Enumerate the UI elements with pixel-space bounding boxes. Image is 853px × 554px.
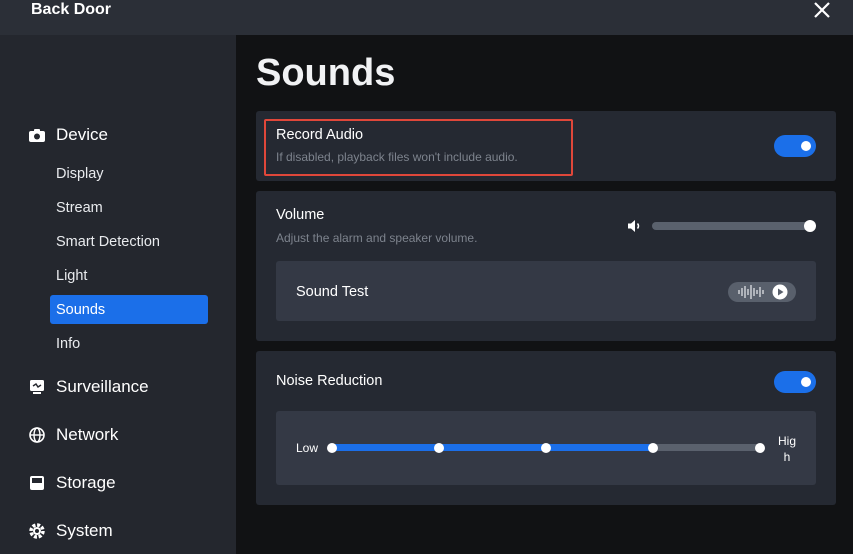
gear-icon: [29, 523, 45, 539]
sidebar-group-label: Network: [56, 425, 119, 444]
volume-description: Adjust the alarm and speaker volume.: [276, 231, 478, 245]
sidebar-group-label: Surveillance: [56, 377, 149, 396]
noise-reduction-label: Noise Reduction: [276, 373, 383, 389]
sidebar-group-label: Storage: [56, 473, 116, 492]
sidebar-group-system[interactable]: System: [28, 519, 113, 543]
monitor-icon: [30, 380, 44, 394]
highlight-box: [264, 119, 573, 176]
noise-level-low-label: Low: [296, 441, 319, 455]
waveform-icon: [738, 285, 764, 299]
sidebar-item-smart-detection[interactable]: Smart Detection: [50, 227, 208, 256]
sidebar-group-label: System: [56, 521, 113, 540]
noise-level-slider-fill: [332, 444, 653, 451]
sidebar-item-stream[interactable]: Stream: [50, 193, 208, 222]
noise-level-step-4[interactable]: [648, 443, 658, 453]
record-audio-toggle[interactable]: [774, 135, 816, 157]
noise-level-step-5[interactable]: [755, 443, 765, 453]
sound-test-button[interactable]: [728, 282, 796, 302]
sidebar-item-info[interactable]: Info: [50, 329, 208, 358]
sidebar-group-device[interactable]: Device: [28, 123, 108, 147]
camera-icon: [29, 129, 45, 142]
globe-icon: [29, 427, 45, 443]
close-button[interactable]: [810, 0, 834, 22]
volume-slider-track[interactable]: [652, 222, 810, 230]
window-title: Back Door: [31, 1, 112, 18]
volume-slider-thumb[interactable]: [804, 220, 816, 232]
noise-level-step-1[interactable]: [327, 443, 337, 453]
toggle-knob: [801, 377, 811, 387]
page-title: Sounds: [256, 52, 396, 94]
sidebar-group-network[interactable]: Network: [28, 423, 118, 447]
sidebar-item-light[interactable]: Light: [50, 261, 208, 290]
sidebar-item-display[interactable]: Display: [50, 159, 208, 188]
storage-icon: [30, 476, 44, 490]
toggle-knob: [801, 141, 811, 151]
sidebar-item-sounds[interactable]: Sounds: [50, 295, 208, 324]
noise-level-step-3[interactable]: [541, 443, 551, 453]
close-icon: [814, 2, 830, 18]
noise-level-step-2[interactable]: [434, 443, 444, 453]
volume-label: Volume: [276, 207, 325, 223]
noise-level-high-label: High: [777, 434, 796, 464]
title-bar: Back Door: [0, 0, 853, 35]
sidebar-group-surveillance[interactable]: Surveillance: [28, 375, 149, 399]
noise-reduction-toggle[interactable]: [774, 371, 816, 393]
speaker-icon: [628, 220, 640, 232]
play-icon: [772, 284, 788, 300]
sidebar-group-label: Device: [56, 125, 108, 144]
sidebar-group-storage[interactable]: Storage: [28, 471, 116, 495]
sound-test-label: Sound Test: [296, 284, 369, 300]
